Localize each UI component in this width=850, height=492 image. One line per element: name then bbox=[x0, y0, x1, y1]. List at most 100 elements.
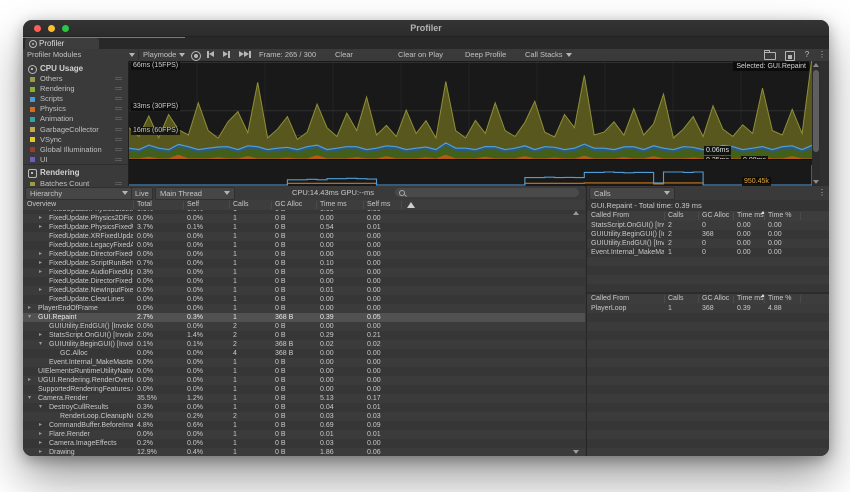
table-row[interactable]: FixedUpdate.DirectorFixedSampleTime0.0%0… bbox=[23, 277, 585, 286]
expand-toggle-icon[interactable]: ▸ bbox=[39, 223, 47, 232]
table-scroll-up-icon[interactable] bbox=[573, 211, 579, 215]
column-time-ms[interactable]: Time ms bbox=[737, 294, 764, 304]
tab-profiler[interactable]: Profiler bbox=[25, 38, 99, 49]
clear-on-play-button[interactable]: Clear on Play bbox=[398, 49, 443, 61]
table-row[interactable]: ▸FixedUpdate.ScriptRunBehaviourFixedUpda… bbox=[23, 259, 585, 268]
table-row[interactable]: GUIUtility.BeginGUI() [Invoke]23680.000.… bbox=[587, 230, 829, 239]
drag-handle-icon[interactable] bbox=[115, 107, 122, 108]
table-row[interactable]: UIElementsRuntimeUtilityNative.UpdatePan… bbox=[23, 367, 585, 376]
column-called-from[interactable]: Called From bbox=[591, 211, 629, 221]
module-legend-item[interactable]: GarbageCollector bbox=[23, 125, 128, 135]
table-row[interactable]: ▸FixedUpdate.NewInputFixedUpdate0.0%0.0%… bbox=[23, 286, 585, 295]
view-mode-dropdown[interactable]: Hierarchy bbox=[25, 187, 133, 200]
table-row[interactable]: FixedUpdate.XRFixedUpdate0.0%0.0%10 B0.0… bbox=[23, 232, 585, 241]
details-view-dropdown[interactable]: Calls bbox=[589, 187, 675, 200]
charts-scrollbar[interactable] bbox=[812, 61, 820, 186]
record-button[interactable] bbox=[191, 51, 201, 61]
expand-toggle-icon[interactable]: ▸ bbox=[39, 448, 47, 456]
expand-toggle-icon[interactable]: ▸ bbox=[39, 421, 47, 430]
table-row[interactable]: FixedUpdate.LegacyFixedAnimationUpdate0.… bbox=[23, 241, 585, 250]
column-self-ms[interactable]: Self ms bbox=[367, 200, 390, 210]
collapse-toggle-icon[interactable]: ▾ bbox=[39, 403, 47, 412]
live-button[interactable]: Live bbox=[131, 187, 153, 200]
table-row[interactable]: Event.Internal_MakeMasterEventCurrent0.0… bbox=[23, 358, 585, 367]
drag-handle-icon[interactable] bbox=[115, 87, 122, 88]
expand-toggle-icon[interactable]: ▸ bbox=[28, 376, 36, 385]
cpu-usage-module-header[interactable]: CPU Usage bbox=[23, 63, 128, 74]
table-row[interactable]: GUIUtility.EndGUI() [Invoke]0.0%0.0%20 B… bbox=[23, 322, 585, 331]
drag-handle-icon[interactable] bbox=[115, 138, 122, 139]
expand-toggle-icon[interactable]: ▸ bbox=[39, 250, 47, 259]
table-row[interactable]: ▾DestroyCullResults0.3%0.0%10 B0.040.01 bbox=[23, 403, 585, 412]
column-calls[interactable]: Calls bbox=[668, 211, 684, 221]
table-row[interactable]: ▾GUI.Repaint2.7%0.3%1368 B0.390.05 bbox=[23, 313, 585, 322]
playmode-dropdown[interactable]: Playmode bbox=[143, 49, 185, 61]
table-row[interactable]: StatsScript.OnGUI() [Invoke]200.000.00 bbox=[587, 221, 829, 230]
column-gc-alloc[interactable]: GC Alloc bbox=[702, 294, 729, 304]
table-row[interactable]: ▸PlayerEndOfFrame0.0%0.0%10 B0.000.00 bbox=[23, 304, 585, 313]
drag-handle-icon[interactable] bbox=[115, 117, 122, 118]
clear-button[interactable]: Clear bbox=[335, 49, 353, 61]
drag-handle-icon[interactable] bbox=[115, 158, 122, 159]
expand-toggle-icon[interactable]: ▸ bbox=[39, 259, 47, 268]
expand-toggle-icon[interactable]: ▸ bbox=[39, 439, 47, 448]
module-legend-item[interactable]: Rendering bbox=[23, 84, 128, 94]
table-scroll-down-icon[interactable] bbox=[573, 450, 579, 454]
deep-profile-button[interactable]: Deep Profile bbox=[465, 49, 506, 61]
context-menu-button[interactable]: ⋮ bbox=[814, 50, 829, 60]
collapse-toggle-icon[interactable]: ▾ bbox=[39, 340, 47, 349]
column-gc-alloc[interactable]: GC Alloc bbox=[275, 200, 302, 210]
table-row[interactable]: ▾GUIUtility.BeginGUI() [Invoke]0.1%0.1%2… bbox=[23, 340, 585, 349]
rendering-chart[interactable]: 950.45k bbox=[129, 159, 812, 187]
help-button[interactable]: ? bbox=[799, 50, 815, 60]
calls-menu-button[interactable]: ⋮ bbox=[817, 187, 827, 198]
column-called-from[interactable]: Called From bbox=[591, 294, 629, 304]
collapse-all-icon[interactable] bbox=[407, 202, 415, 208]
expand-toggle-icon[interactable]: ▸ bbox=[39, 286, 47, 295]
expand-toggle-icon[interactable]: ▸ bbox=[39, 214, 47, 223]
cpu-usage-chart[interactable]: 66ms (15FPS) 33ms (30FPS) 16ms (60FPS) S… bbox=[129, 61, 812, 159]
table-row[interactable]: ▾Camera.Render35.5%1.2%10 B5.130.17 bbox=[23, 394, 585, 403]
current-frame-button[interactable] bbox=[239, 49, 251, 61]
table-row[interactable]: ▸FixedUpdate.DirectorFixedUpdate0.0%0.0%… bbox=[23, 250, 585, 259]
column-calls[interactable]: Calls bbox=[668, 294, 684, 304]
module-legend-item[interactable]: Others bbox=[23, 74, 128, 84]
table-row[interactable]: Event.Internal_MakeMasterEventCurrent100… bbox=[587, 248, 829, 257]
title-bar[interactable]: Profiler bbox=[23, 20, 829, 37]
table-row[interactable]: ▸FixedUpdate.PhysicsFixedUpdate3.7%0.1%1… bbox=[23, 223, 585, 232]
column-calls[interactable]: Calls bbox=[233, 200, 249, 210]
expand-toggle-icon[interactable]: ▸ bbox=[39, 430, 47, 439]
module-legend-item[interactable]: Physics bbox=[23, 104, 128, 114]
column-gc-alloc[interactable]: GC Alloc bbox=[702, 211, 729, 221]
collapse-toggle-icon[interactable]: ▾ bbox=[28, 394, 36, 403]
drag-handle-icon[interactable] bbox=[115, 77, 122, 78]
column-time-pct[interactable]: Time % bbox=[768, 294, 791, 304]
module-legend-item[interactable]: VSync bbox=[23, 135, 128, 145]
column-overview[interactable]: Overview bbox=[27, 200, 56, 210]
column-self[interactable]: Self bbox=[187, 200, 199, 210]
save-profile-button[interactable] bbox=[781, 50, 797, 60]
table-row[interactable]: ▸UGUI.Rendering.RenderOverlays0.0%0.0%10… bbox=[23, 376, 585, 385]
module-legend-item[interactable]: Animation bbox=[23, 114, 128, 124]
previous-frame-button[interactable] bbox=[207, 49, 214, 61]
expand-toggle-icon[interactable]: ▸ bbox=[28, 304, 36, 313]
table-row[interactable]: SupportedRenderingFeatures.Get0.0%0.0%10… bbox=[23, 385, 585, 394]
scroll-up-icon[interactable] bbox=[813, 63, 819, 67]
drag-handle-icon[interactable] bbox=[115, 148, 122, 149]
drag-handle-icon[interactable] bbox=[115, 182, 122, 183]
table-row[interactable]: ▸Drawing12.9%0.4%10 B1.860.06 bbox=[23, 448, 585, 456]
table-row[interactable]: ▸Flare.Render0.0%0.0%10 B0.010.01 bbox=[23, 430, 585, 439]
drag-handle-icon[interactable] bbox=[115, 97, 122, 98]
table-row[interactable]: GUIUtility.EndGUI() [Invoke]200.000.00 bbox=[587, 239, 829, 248]
table-row[interactable]: GC.Alloc0.0%0.0%4368 B0.000.00 bbox=[23, 349, 585, 358]
call-stacks-dropdown[interactable]: Call Stacks bbox=[525, 49, 572, 61]
load-profile-button[interactable] bbox=[761, 50, 777, 60]
table-row[interactable]: RenderLoop.CleanupNodeQueue0.2%0.2%20 B0… bbox=[23, 412, 585, 421]
rendering-module-header[interactable]: Rendering bbox=[23, 167, 128, 178]
column-time-ms[interactable]: Time ms bbox=[737, 211, 764, 221]
column-time-ms[interactable]: Time ms bbox=[320, 200, 347, 210]
table-row[interactable]: PlayerLoop13680.394.88 bbox=[587, 304, 829, 313]
profiler-modules-dropdown[interactable]: Profiler Modules bbox=[27, 49, 135, 61]
next-frame-button[interactable] bbox=[223, 49, 230, 61]
thread-dropdown[interactable]: Main Thread bbox=[155, 187, 235, 200]
